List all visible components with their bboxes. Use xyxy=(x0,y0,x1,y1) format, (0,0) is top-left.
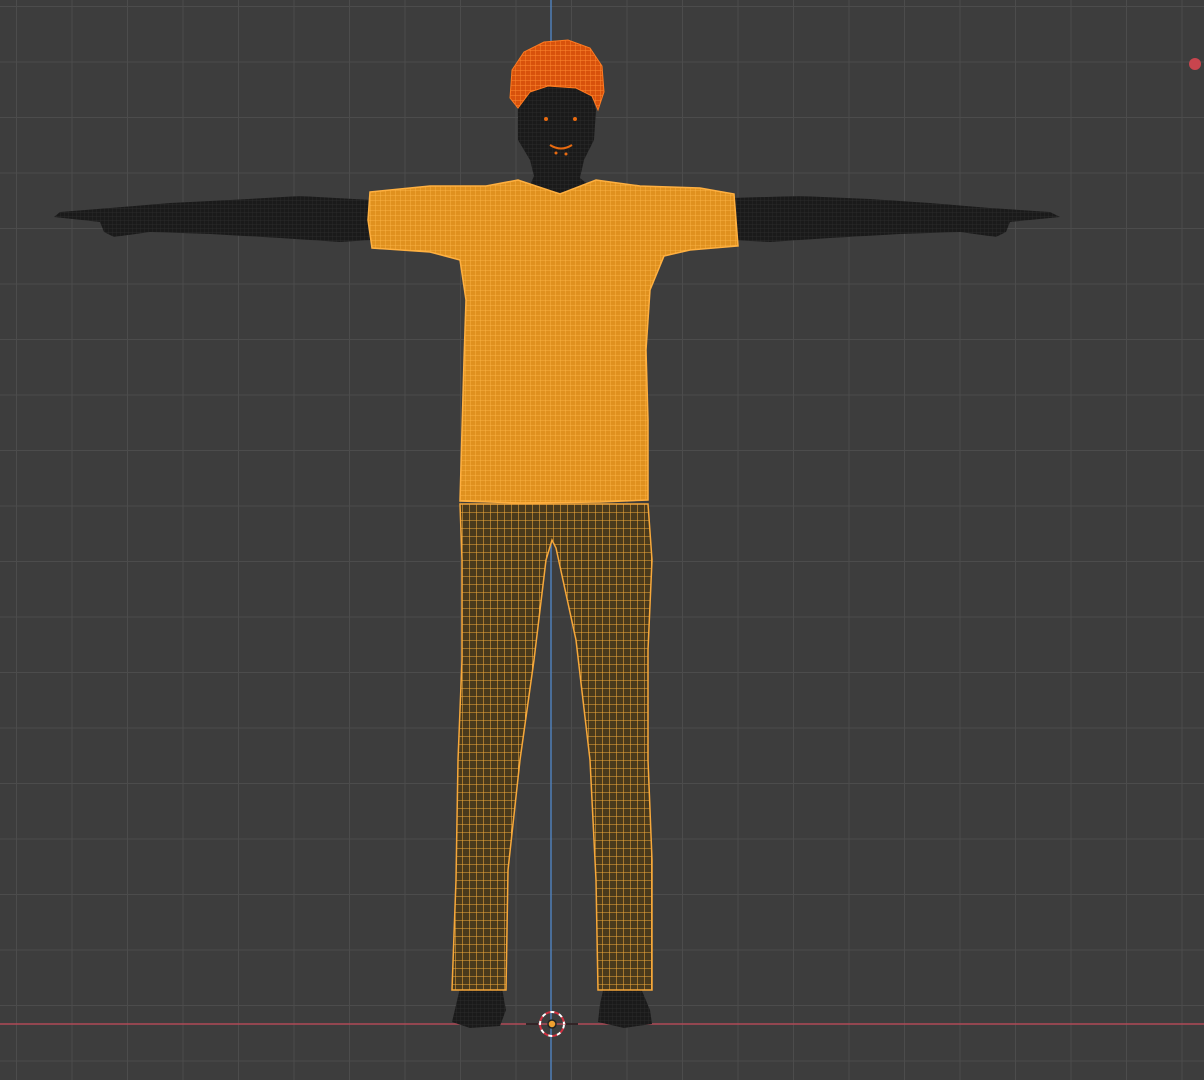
object-origin-icon[interactable] xyxy=(547,1019,557,1029)
3d-viewport[interactable] xyxy=(0,0,1204,1080)
body-right-arm[interactable] xyxy=(730,196,1060,242)
body-right-foot[interactable] xyxy=(598,986,652,1028)
body-head[interactable] xyxy=(518,80,596,194)
body-left-arm[interactable] xyxy=(54,196,372,242)
shirt-object[interactable] xyxy=(367,179,739,504)
pants-object[interactable] xyxy=(451,503,653,991)
body-left-foot[interactable] xyxy=(452,988,506,1028)
viewport-canvas[interactable] xyxy=(0,0,1204,1080)
light-indicator-icon[interactable] xyxy=(1189,58,1201,70)
